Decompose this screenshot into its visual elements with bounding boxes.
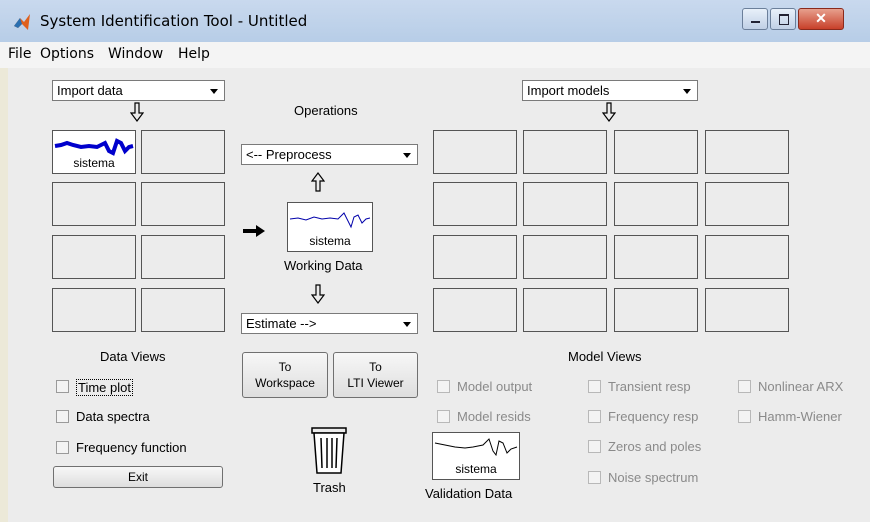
model-slot[interactable]: [705, 130, 789, 174]
arrow-down-icon: [130, 102, 144, 122]
estimate-value: Estimate -->: [246, 316, 317, 331]
model-views-label: Model Views: [568, 349, 642, 364]
close-window-button[interactable]: ✕: [798, 8, 844, 30]
matlab-logo-icon: [14, 14, 30, 30]
model-slot[interactable]: [705, 182, 789, 226]
model-slot[interactable]: [433, 130, 517, 174]
import-models-dropdown[interactable]: Import models: [522, 80, 698, 101]
validation-data-box[interactable]: sistema: [432, 432, 520, 480]
frequency-function-checkbox[interactable]: [56, 441, 69, 454]
validation-data-name: sistema: [455, 462, 497, 476]
menu-options[interactable]: Options: [40, 46, 94, 62]
data-spectra-checkbox[interactable]: [56, 410, 69, 423]
model-slot[interactable]: [523, 288, 607, 332]
model-output-checkbox[interactable]: [437, 380, 450, 393]
chevron-down-icon: [683, 89, 691, 94]
data-slot[interactable]: [141, 130, 225, 174]
model-slot[interactable]: [705, 288, 789, 332]
data-slot[interactable]: [52, 235, 136, 279]
import-data-dropdown[interactable]: Import data: [52, 80, 225, 101]
import-data-value: Import data: [57, 83, 123, 98]
zeros-and-poles-label: Zeros and poles: [608, 439, 702, 454]
to-workspace-line2: Workspace: [255, 376, 315, 390]
noise-spectrum-label: Noise spectrum: [608, 470, 699, 485]
noise-spectrum-checkbox[interactable]: [588, 471, 601, 484]
import-models-value: Import models: [527, 83, 610, 98]
data-icon-name: sistema: [73, 156, 115, 170]
exit-button[interactable]: Exit: [53, 466, 223, 488]
model-slot[interactable]: [614, 288, 698, 332]
nonlinear-arx-checkbox[interactable]: [738, 380, 751, 393]
model-slot[interactable]: [433, 182, 517, 226]
model-slot[interactable]: [523, 235, 607, 279]
nonlinear-arx-label: Nonlinear ARX: [758, 379, 844, 394]
exit-label: Exit: [127, 470, 148, 484]
model-slot[interactable]: [705, 235, 789, 279]
validation-data-label: Validation Data: [425, 486, 513, 501]
model-slot[interactable]: [523, 182, 607, 226]
maximize-icon: [779, 14, 789, 25]
working-data-box[interactable]: sistema: [287, 202, 373, 252]
transient-resp-checkbox[interactable]: [588, 380, 601, 393]
title-bar: System Identification Tool - Untitled ✕: [0, 0, 870, 42]
frequency-function-label[interactable]: Frequency function: [76, 440, 187, 455]
model-resids-checkbox[interactable]: [437, 410, 450, 423]
model-slot[interactable]: [614, 182, 698, 226]
menu-window[interactable]: Window: [108, 46, 163, 62]
arrow-right-icon: [243, 225, 265, 237]
menu-bar: File Options Window Help: [0, 42, 870, 68]
preprocess-dropdown[interactable]: <-- Preprocess: [241, 144, 418, 165]
frequency-resp-label: Frequency resp: [608, 409, 699, 424]
chevron-down-icon: [403, 322, 411, 327]
hamm-wiener-label: Hamm-Wiener: [758, 409, 842, 424]
maximize-button[interactable]: [770, 8, 796, 30]
data-slot[interactable]: [52, 288, 136, 332]
to-lti-viewer-button[interactable]: To LTI Viewer: [333, 352, 418, 398]
window-title: System Identification Tool - Untitled: [40, 12, 308, 30]
data-slot[interactable]: [141, 182, 225, 226]
arrow-up-icon: [311, 172, 325, 192]
trash-icon[interactable]: [309, 426, 349, 476]
trash-label: Trash: [313, 480, 346, 495]
chevron-down-icon: [210, 89, 218, 94]
transient-resp-label: Transient resp: [608, 379, 691, 394]
preprocess-value: <-- Preprocess: [246, 147, 332, 162]
model-slot[interactable]: [614, 235, 698, 279]
hamm-wiener-checkbox[interactable]: [738, 410, 751, 423]
time-plot-label[interactable]: Time plot: [76, 379, 133, 396]
zeros-and-poles-checkbox[interactable]: [588, 440, 601, 453]
frequency-resp-checkbox[interactable]: [588, 410, 601, 423]
arrow-down-icon: [602, 102, 616, 122]
minimize-icon: [751, 21, 760, 23]
data-slot[interactable]: [52, 182, 136, 226]
data-icon-sistema[interactable]: sistema: [52, 130, 136, 174]
to-lti-line1: To: [369, 360, 382, 374]
menu-file[interactable]: File: [8, 46, 31, 62]
working-data-signal: [289, 212, 371, 229]
to-workspace-button[interactable]: To Workspace: [242, 352, 328, 398]
to-workspace-line1: To: [278, 360, 292, 374]
model-slot[interactable]: [523, 130, 607, 174]
data-slot[interactable]: [141, 288, 225, 332]
data-slot[interactable]: [141, 235, 225, 279]
estimate-dropdown[interactable]: Estimate -->: [241, 313, 418, 334]
working-data-label: Working Data: [284, 258, 363, 273]
model-slot[interactable]: [433, 288, 517, 332]
model-resids-label: Model resids: [457, 409, 531, 424]
minimize-button[interactable]: [742, 8, 768, 30]
model-slot[interactable]: [433, 235, 517, 279]
validation-signal: [434, 438, 518, 457]
model-slot[interactable]: [614, 130, 698, 174]
data-spectra-label[interactable]: Data spectra: [76, 409, 150, 424]
time-plot-checkbox[interactable]: [56, 380, 69, 393]
close-icon: ✕: [815, 10, 827, 26]
model-output-label: Model output: [457, 379, 533, 394]
data-views-label: Data Views: [100, 349, 166, 364]
chevron-down-icon: [403, 153, 411, 158]
arrow-down-icon: [311, 284, 325, 304]
menu-help[interactable]: Help: [178, 46, 210, 62]
working-data-name: sistema: [309, 234, 351, 248]
operations-title: Operations: [294, 103, 358, 118]
to-lti-line2: LTI Viewer: [347, 376, 404, 390]
